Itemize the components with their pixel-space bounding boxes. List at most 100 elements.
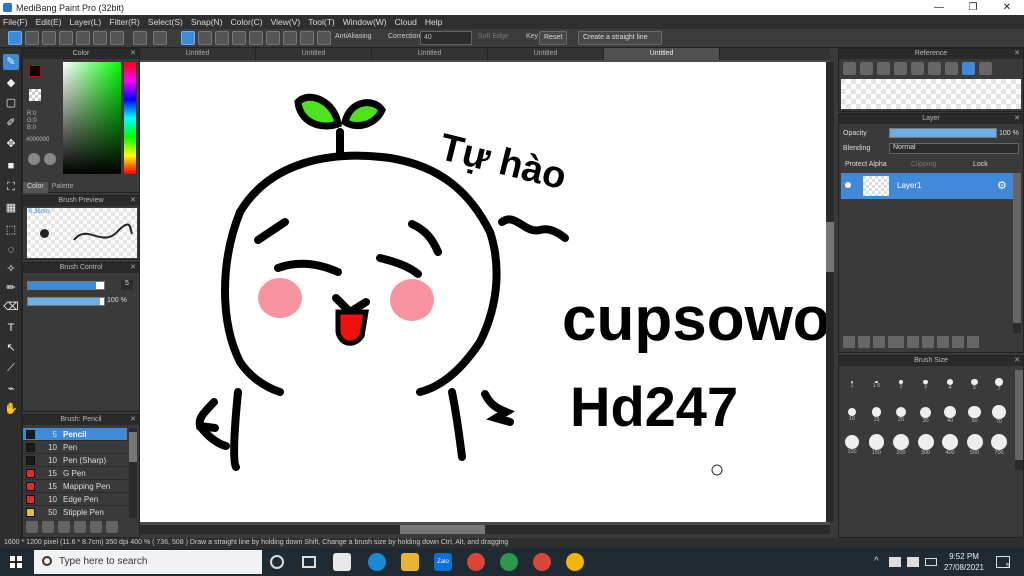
text-tool-icon[interactable]: T [3,320,19,336]
brush-size-option[interactable]: 4 [939,374,961,396]
menu-file[interactable]: File(F) [3,17,28,27]
brush-size-option[interactable]: 20 [890,404,912,426]
redo-icon[interactable] [153,31,167,45]
save-icon[interactable] [59,31,73,45]
tab-document-5[interactable]: Untitled [604,48,720,60]
transparent-swatch[interactable] [29,89,41,101]
snap-settings-icon[interactable] [317,31,331,45]
brush-size-option[interactable]: 1.5 [866,374,888,396]
layer-folder-icon[interactable] [907,336,919,348]
cross-snap-icon[interactable] [215,31,229,45]
zoom-in-icon[interactable] [894,62,907,75]
new-8bit-layer-icon[interactable] [858,336,870,348]
gradient-tool-icon[interactable]: ▦ [3,200,19,216]
brush-list-item[interactable]: 10 Pen [23,441,127,454]
brush-list-item[interactable]: 10 Edge Pen [23,493,127,506]
menu-snap[interactable]: Snap(N) [191,17,223,27]
pen-tool-icon[interactable]: ✐ [3,115,19,131]
open-file-icon[interactable] [42,31,56,45]
lasso-tool-icon[interactable]: ◌ [3,242,19,258]
grid-snap-icon[interactable] [232,31,246,45]
brush-size-scrollbar[interactable] [1015,370,1023,470]
brush-list-scrollbar[interactable] [129,428,137,518]
menu-view[interactable]: View(V) [271,17,301,27]
undo-icon[interactable] [133,31,147,45]
parallel-snap-icon[interactable] [198,31,212,45]
brush-size-option[interactable]: 7 [988,374,1010,396]
menu-tool[interactable]: Tool(T) [308,17,334,27]
brush-size-slider[interactable] [27,281,105,290]
tab-document-2[interactable]: Untitled [256,48,372,60]
maximize-button[interactable]: ❐ [956,0,990,15]
cloud-icon[interactable] [8,31,22,45]
settings-icon[interactable] [110,31,124,45]
brush-size-option[interactable]: 200 [890,434,912,456]
curve-snap-icon[interactable] [283,31,297,45]
menu-color[interactable]: Color(C) [231,17,263,27]
magic-wand-tool-icon[interactable]: ✧ [3,261,19,277]
antialias-checkbox-label[interactable]: AntiAliasing [335,33,372,40]
layer-scrollbar[interactable] [1013,173,1021,333]
close-icon[interactable]: ✕ [130,196,136,206]
brush-folder-icon[interactable] [90,521,102,533]
close-icon[interactable]: ✕ [130,415,136,425]
new-brush-icon[interactable] [42,521,54,533]
close-image-icon[interactable] [877,62,890,75]
drawing-canvas[interactable]: Tự hào cupsowo Hd247 [140,62,831,522]
select-tool-icon[interactable]: ⬚ [3,222,19,238]
brush-size-option[interactable]: 1 [841,374,863,396]
brush-size-option[interactable]: 500 [964,434,986,456]
tab-document-4[interactable]: Untitled [488,48,604,60]
new-1bit-layer-icon[interactable] [873,336,885,348]
tab-color[interactable]: Color [23,182,48,193]
cortana-icon[interactable] [270,555,284,569]
keyboard-icon[interactable] [925,558,937,566]
brush-size-option[interactable]: 3 [915,374,937,396]
brush-list-item[interactable]: 15 G Pen [23,467,127,480]
blending-select[interactable]: Normal [889,143,1019,154]
reset-button[interactable]: Reset [539,31,568,45]
chrome-icon[interactable] [533,553,551,571]
gear-icon[interactable]: ⚙ [997,179,1007,192]
new-file-icon[interactable] [25,31,39,45]
zalo-icon[interactable]: Zalo [434,553,452,571]
brush-options-icon[interactable] [58,521,70,533]
brush-size-option[interactable]: 300 [915,434,937,456]
brush-list-item[interactable]: 5 Pencil [23,428,127,441]
color-wheel-icon[interactable] [28,153,40,165]
merge-layer-icon[interactable] [937,336,949,348]
perspective-snap-icon[interactable] [300,31,314,45]
network-icon[interactable] [889,557,901,567]
menu-filter[interactable]: Filter(R) [109,17,140,27]
layer-settings-icon[interactable] [952,336,964,348]
operation-tool-icon[interactable]: ↖ [3,340,19,356]
close-icon[interactable]: ✕ [1014,49,1020,59]
eraser-tool-icon[interactable]: ◆ [3,75,19,91]
brush-size-option[interactable]: 150 [866,434,888,456]
file-explorer-icon[interactable] [401,553,419,571]
tab-document-3[interactable]: Untitled [372,48,488,60]
layer-row[interactable]: Layer1 ⚙ [841,173,1013,199]
brush-settings-icon[interactable] [74,521,86,533]
task-view-icon[interactable] [302,556,316,568]
taskbar-search[interactable]: Type here to search [34,550,262,574]
brush-size-option[interactable]: 2 [890,374,912,396]
layer-opacity-slider[interactable] [889,128,997,138]
chevron-up-icon[interactable]: ^ [874,556,879,567]
menu-layer[interactable]: Layer(L) [70,17,102,27]
brush-opacity-slider[interactable] [27,297,105,306]
medibang-taskbar-icon[interactable] [333,553,351,571]
brush-size-option[interactable]: 30 [915,404,937,426]
brush-size-option[interactable]: 50 [964,404,986,426]
chrome-icon[interactable] [500,553,518,571]
move-tool-icon[interactable]: ✥ [3,136,19,152]
select-pen-tool-icon[interactable]: ✏ [3,280,19,296]
hue-slider[interactable] [124,62,136,174]
snap-off-icon[interactable] [181,31,195,45]
menu-help[interactable]: Help [425,17,442,27]
foreground-color-swatch[interactable] [29,65,41,77]
menu-edit[interactable]: Edit(E) [36,17,62,27]
menu-cloud[interactable]: Cloud [395,17,417,27]
brush-size-option[interactable]: 70 [988,404,1010,426]
chrome-icon[interactable] [467,553,485,571]
